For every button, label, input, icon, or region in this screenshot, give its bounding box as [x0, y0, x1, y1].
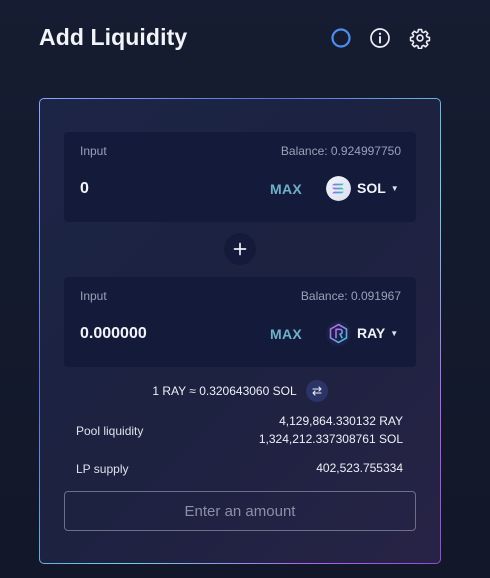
max-button-sol[interactable]: MAX [270, 181, 302, 197]
input-label: Input [80, 144, 107, 158]
pool-liquidity-values: 4,129,864.330132 RAY 1,324,212.337308761… [259, 412, 403, 448]
exchange-rate-text: 1 RAY ≈ 0.320643060 SOL [152, 384, 297, 398]
solana-logo [326, 175, 351, 201]
lp-supply-value: 402,523.755334 [316, 461, 403, 475]
raydium-logo [326, 320, 351, 346]
gear-icon[interactable] [409, 27, 431, 49]
amount-input-sol[interactable]: 0 [80, 180, 89, 198]
page-title: Add Liquidity [39, 24, 188, 50]
token-symbol: RAY [357, 325, 386, 341]
input-panel-sol: Input Balance: 0.924997750 0 MAX SOL ▼ [64, 132, 416, 222]
amount-input-ray[interactable]: 0.000000 [80, 325, 147, 343]
token-symbol: SOL [357, 180, 386, 196]
balance-text: Balance: 0.091967 [300, 289, 401, 303]
liquidity-card-body: Input Balance: 0.924997750 0 MAX SOL ▼ I… [40, 99, 440, 563]
lp-supply-label: LP supply [76, 462, 129, 476]
caret-down-icon: ▼ [390, 183, 399, 193]
liquidity-card: Input Balance: 0.924997750 0 MAX SOL ▼ I… [39, 98, 441, 564]
info-icon[interactable] [369, 27, 391, 49]
plus-icon [224, 233, 256, 265]
pool-liquidity-label: Pool liquidity [76, 424, 144, 438]
token-select-ray[interactable]: RAY ▼ [326, 318, 398, 348]
add-liquidity-page: Add Liquidity Input Balance: 0.924997750… [0, 0, 490, 578]
submit-button[interactable]: Enter an amount [64, 491, 416, 531]
pool-liquidity-ray: 4,129,864.330132 RAY [279, 414, 403, 428]
input-panel-ray: Input Balance: 0.091967 0.000000 MAX RAY… [64, 277, 416, 367]
refresh-icon[interactable] [330, 27, 352, 49]
caret-down-icon: ▼ [390, 328, 399, 338]
balance-text: Balance: 0.924997750 [280, 144, 401, 158]
exchange-rate-row: 1 RAY ≈ 0.320643060 SOL [40, 380, 440, 402]
swap-arrows-icon[interactable] [305, 380, 328, 402]
token-select-sol[interactable]: SOL ▼ [326, 173, 399, 203]
max-button-ray[interactable]: MAX [270, 326, 302, 342]
input-label: Input [80, 289, 107, 303]
pool-liquidity-sol: 1,324,212.337308761 SOL [258, 432, 403, 446]
